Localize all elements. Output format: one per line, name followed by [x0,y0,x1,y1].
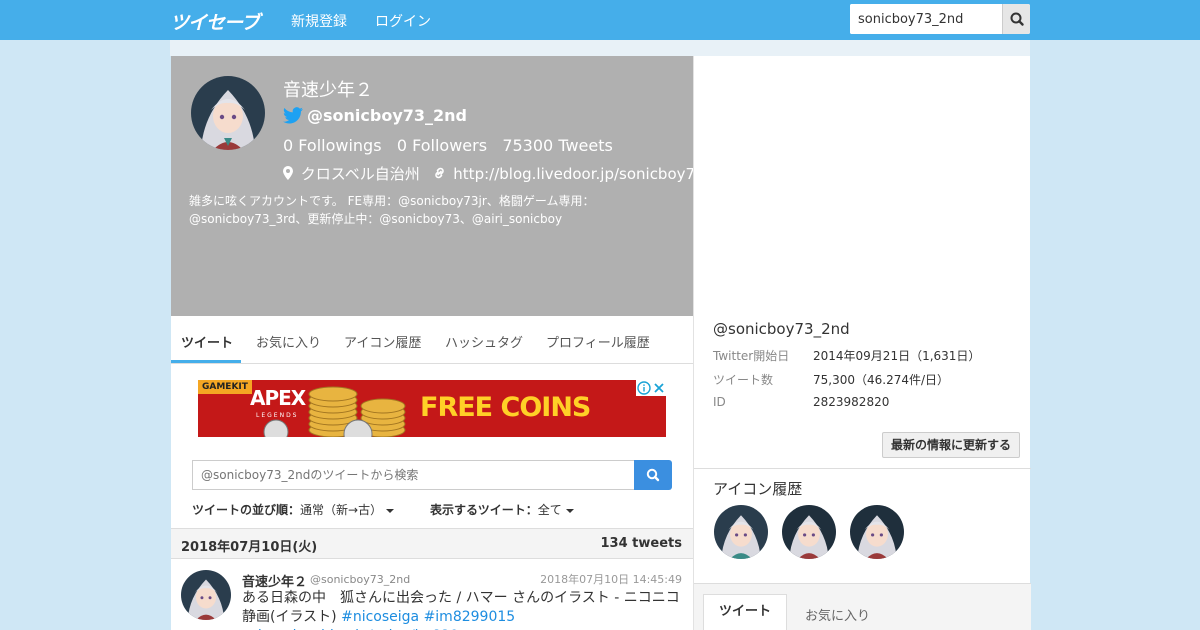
ad-slot [694,56,1031,314]
sort-order-value: 通常（新→古） [300,503,383,517]
tweet-search-button[interactable] [634,460,672,490]
search-icon [646,468,660,482]
tab-tweets[interactable]: ツイート [181,332,233,351]
sort-order-dropdown[interactable]: ツイートの並び順：通常（新→古） [192,501,395,518]
chevron-down-icon [386,508,395,513]
side-column: @sonicboy73_2nd Twitter開始日 2014年09月21日（1… [693,56,1031,630]
ad-info-icon [637,381,651,395]
link-icon [434,167,444,179]
day-header: 2018年07月10日(火) 134 tweets [171,528,693,559]
info-row-value: 2823982820 [813,395,890,409]
register-link[interactable]: 新規登録 [291,11,347,31]
info-row-label: ツイート数 [713,373,774,387]
divider [694,468,1031,469]
chevron-down-icon [565,508,574,513]
icon-history-item[interactable] [782,505,836,559]
user-search [850,4,1030,34]
ad-choices[interactable] [636,380,666,396]
profile-handle[interactable]: @sonicboy73_2nd [283,106,467,125]
day-date: 2018年07月10日(火) [181,540,318,555]
tweet-author-name[interactable]: 音速少年２ [242,571,307,590]
tab-icon-history[interactable]: アイコン履歴 [344,332,421,351]
profile-location-row: クロスベル自治州 http://blog.livedoor.jp/sonicbo… [283,163,705,184]
day-tweet-count: 134 tweets [600,536,682,551]
tweet-search [192,460,635,490]
ad-game-subtitle: LEGENDS [256,412,299,419]
profile-avatar[interactable] [191,76,265,150]
info-row-value: 2014年09月21日（1,631日） [813,349,981,363]
tweet-filter-dropdown[interactable]: 表示するツイート：全て [430,501,574,518]
tab-hashtags[interactable]: ハッシュタグ [445,332,523,351]
profile-handle-text: @sonicboy73_2nd [307,106,467,125]
tweet-filter-label: 表示するツイート： [430,503,538,517]
close-icon[interactable] [653,382,665,394]
profile-url[interactable]: http://blog.livedoor.jp/sonicboy73 [453,165,704,183]
side-tab-favorites[interactable]: お気に入り [805,605,870,624]
side-tab-tweets[interactable]: ツイート [703,594,787,630]
tab-favorites[interactable]: お気に入り [256,332,321,351]
profile-bio: 雑多に呟くアカウントです。 FE専用：@sonicboy73jr、格闘ゲーム専用… [189,194,595,226]
active-tab-indicator [171,360,241,363]
ad-banner[interactable]: GAMEKIT APEX LEGENDS FREE COINS [198,380,666,437]
tweet-filter-value: 全て [537,503,562,517]
tweet-item: 音速少年２ @sonicboy73_2nd 2018年07月10日 14:45:… [171,559,693,630]
user-search-button[interactable] [1002,4,1030,34]
twitter-bird-icon [283,107,303,124]
icon-history-title: アイコン履歴 [713,480,803,498]
followers-count: 0 [396,136,407,155]
navbar: ツイセーブ 新規登録 ログイン [0,0,1200,40]
ad-brand: GAMEKIT [198,380,252,394]
main-column: 音速少年２ @sonicboy73_2nd 0 Followings 0 Fol… [171,56,705,630]
update-info-button[interactable]: 最新の情報に更新する [882,432,1020,458]
tweets-count: 75300 [502,136,554,155]
tab-profile-history[interactable]: プロフィール履歴 [546,332,650,351]
icon-history-item[interactable] [850,505,904,559]
profile-tabs: ツイート お気に入り アイコン履歴 ハッシュタグ プロフィール履歴 [171,316,693,364]
sub-bar [170,40,1030,56]
followings-count: 0 [283,136,294,155]
icon-history-item[interactable] [714,505,768,559]
user-search-input[interactable] [850,4,1002,34]
tweet-timestamp[interactable]: 2018年07月10日 14:45:49 [540,571,682,587]
tweet-text: ある日森の中 狐さんに出会った / ハマー さんのイラスト - ニコニコ静画(イ… [242,589,687,630]
profile-location: クロスベル自治州 [300,165,420,183]
info-row-label: ID [713,395,726,409]
ad-game-title: APEX [250,386,306,410]
info-row-label: Twitter開始日 [713,349,790,363]
tweet-search-input[interactable] [193,461,634,489]
map-marker-icon [283,166,293,180]
tweets-label: Tweets [558,136,613,155]
info-row-value: 75,300（46.274件/日） [813,373,950,387]
tweet-avatar[interactable] [181,570,231,620]
followers-label: Followers [412,136,488,155]
tweet-author-handle[interactable]: @sonicboy73_2nd [310,573,410,586]
sort-order-label: ツイートの並び順： [192,503,301,517]
login-link[interactable]: ログイン [375,11,431,31]
site-logo[interactable]: ツイセーブ [170,8,260,34]
ad-headline: FREE COINS [420,392,591,423]
followings-label: Followings [298,136,382,155]
profile-header: 音速少年２ @sonicboy73_2nd 0 Followings 0 Fol… [171,56,705,316]
info-handle: @sonicboy73_2nd [713,320,850,338]
search-icon [1010,12,1024,26]
profile-name: 音速少年２ [283,80,373,101]
profile-stats: 0 Followings 0 Followers 75300 Tweets [283,136,613,155]
